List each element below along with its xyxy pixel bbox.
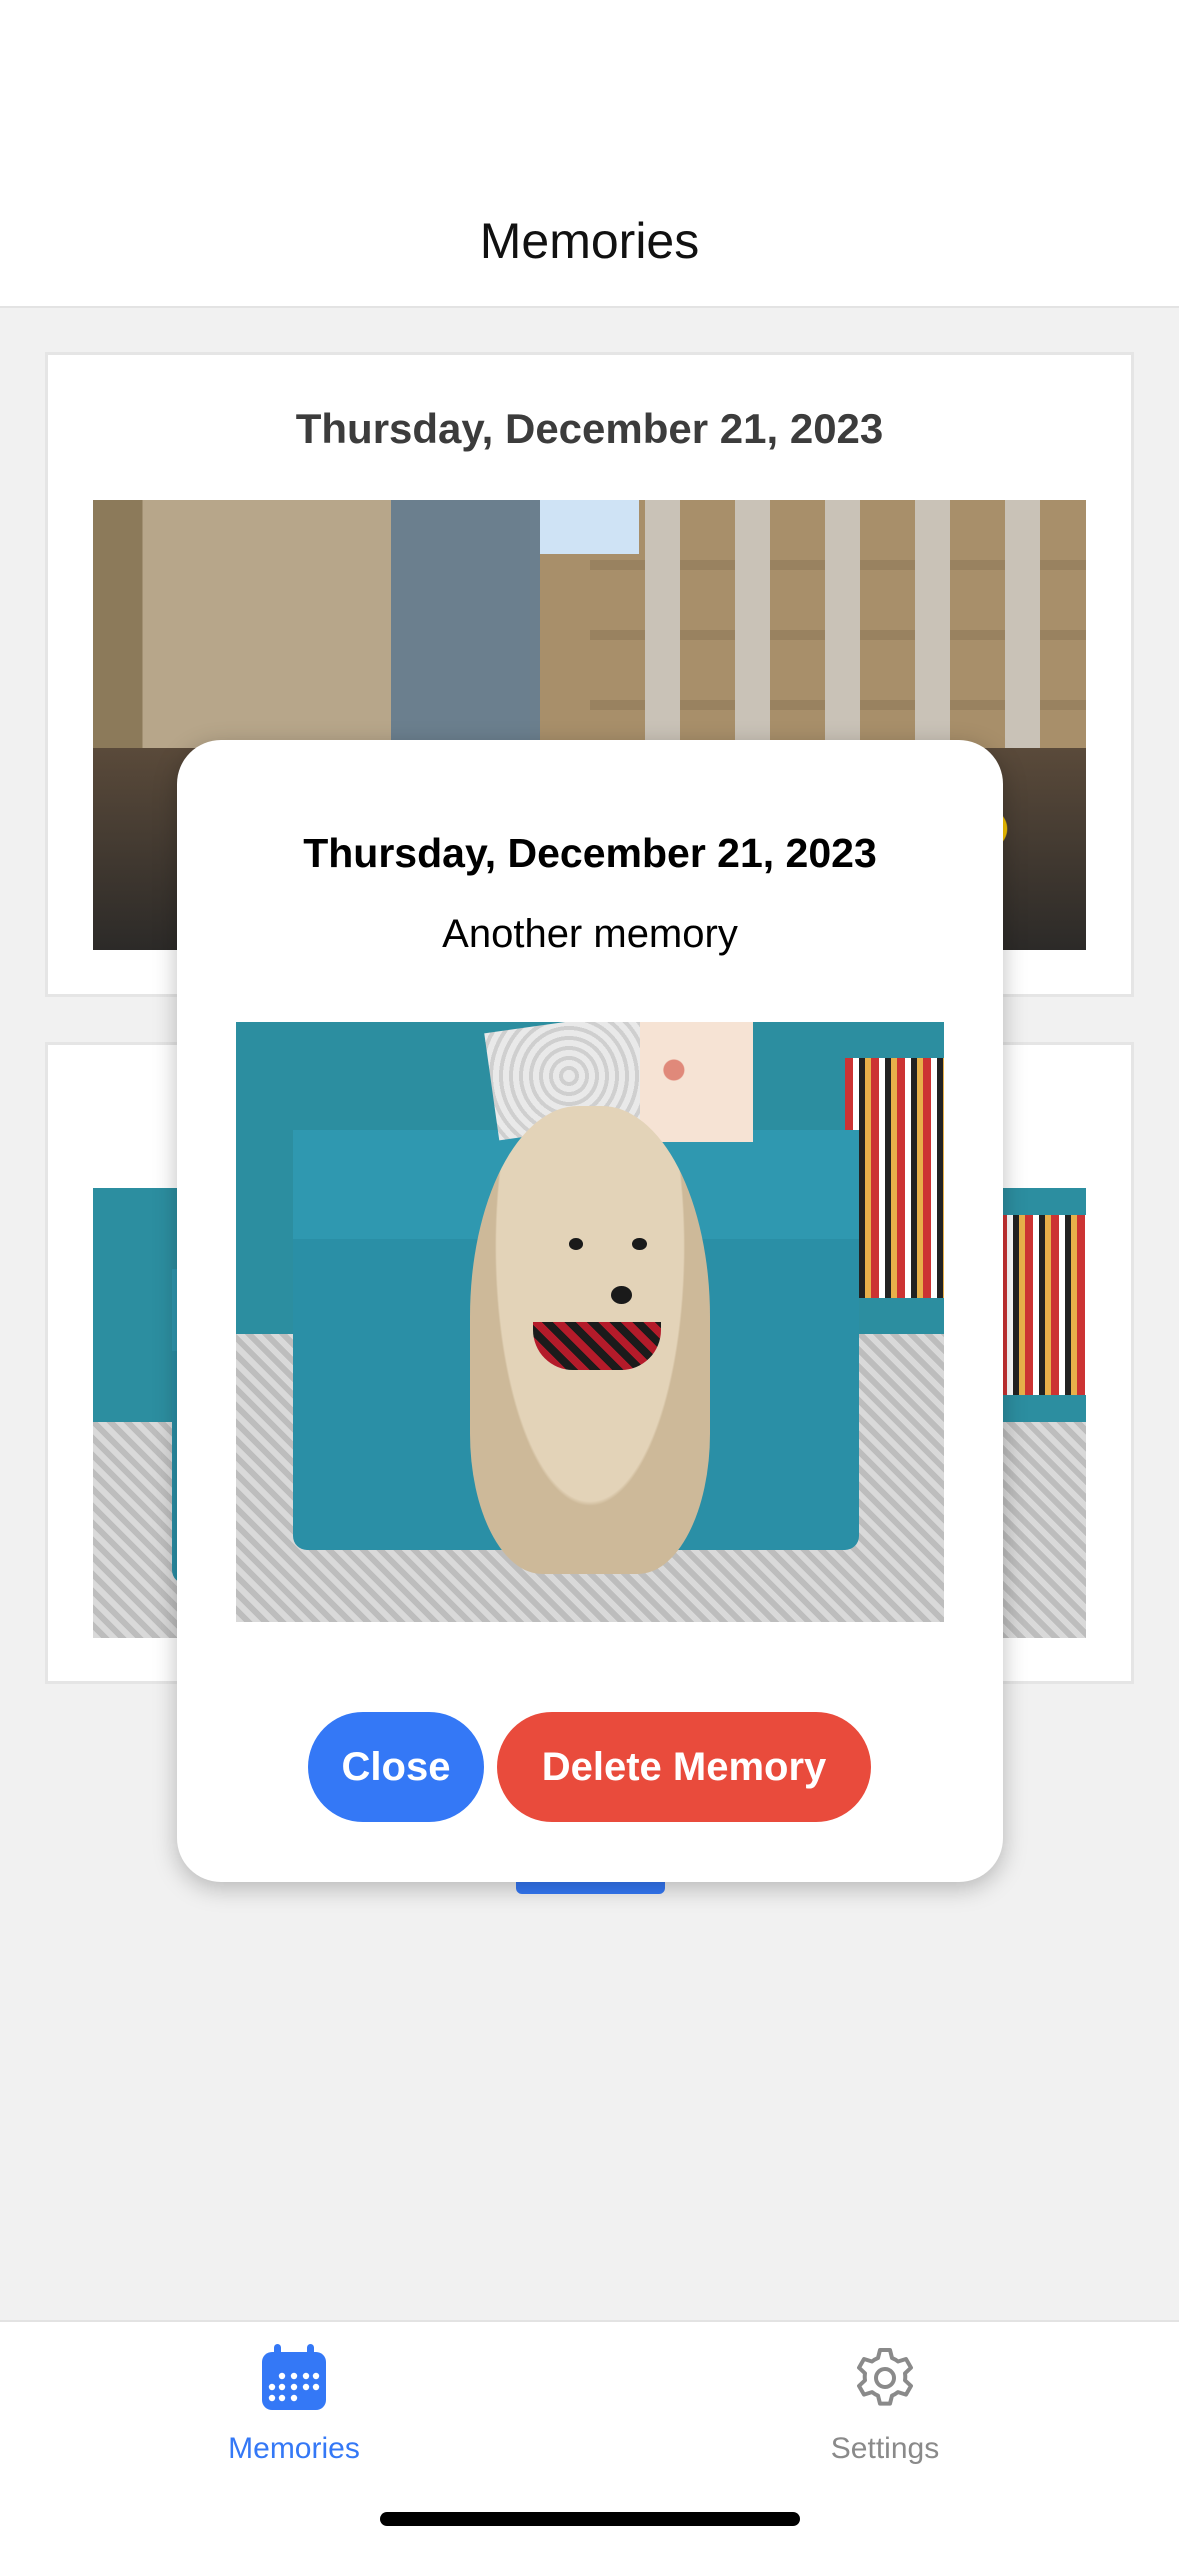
modal-photo (236, 1022, 944, 1622)
page-title: Memories (479, 213, 700, 269)
tab-label: Memories (228, 2432, 360, 2465)
tab-settings[interactable]: Settings (735, 2322, 1035, 2492)
memories-screen: Memories Thursday, December 21, 2023 Thu… (0, 0, 1179, 2556)
close-button[interactable]: Close (308, 1712, 484, 1822)
gear-icon (857, 2348, 913, 2406)
memory-detail-modal: Thursday, December 21, 2023 Another memo… (177, 740, 1003, 1882)
modal-date: Thursday, December 21, 2023 (303, 830, 877, 876)
tab-label: Settings (830, 2432, 940, 2465)
modal-memory-text: Another memory (442, 912, 738, 956)
nav-header: Memories (0, 0, 1179, 308)
home-indicator[interactable] (380, 2512, 800, 2526)
calendar-icon (262, 2344, 326, 2410)
delete-memory-button[interactable]: Delete Memory (497, 1712, 871, 1822)
tab-memories[interactable]: Memories (144, 2322, 444, 2492)
memory-date: Thursday, December 21, 2023 (295, 405, 884, 452)
